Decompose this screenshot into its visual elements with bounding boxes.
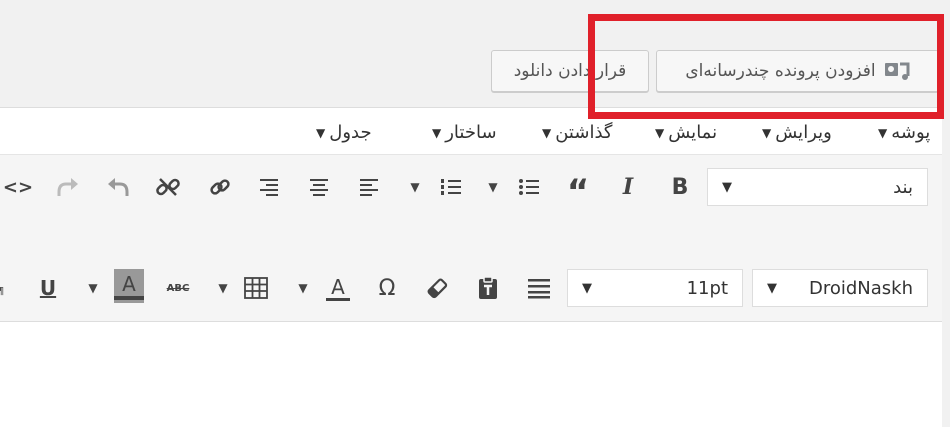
paste-as-text-button[interactable] bbox=[474, 274, 502, 302]
chevron-down-icon: ▼ bbox=[542, 125, 552, 140]
bullet-list-options[interactable]: ▼ bbox=[485, 173, 501, 201]
underline-icon: U bbox=[39, 276, 57, 300]
background-color-icon: A bbox=[122, 272, 136, 296]
justify-button[interactable] bbox=[524, 274, 554, 302]
editor-toolbars: بند ▼ B I “ ▼ ▼ <> DroidNaskh ▼ 11pt ▼ Ω… bbox=[0, 155, 942, 322]
clipboard-icon bbox=[479, 276, 497, 299]
numbered-list-icon bbox=[441, 179, 461, 195]
editor-scrollbar[interactable] bbox=[942, 107, 950, 427]
background-color-button[interactable]: A bbox=[114, 269, 144, 303]
chevron-down-icon: ▼ bbox=[762, 125, 772, 140]
strikethrough-icon: ABC bbox=[166, 282, 190, 294]
undo-icon bbox=[108, 178, 129, 196]
code-icon: <> bbox=[2, 176, 34, 198]
special-character-button[interactable]: Ω bbox=[373, 274, 401, 302]
bold-button[interactable]: B bbox=[666, 173, 694, 201]
font-family-value: DroidNaskh bbox=[808, 277, 913, 299]
menu-format[interactable]: ساختار ▼ bbox=[432, 122, 497, 143]
text-color-options[interactable]: ▼ bbox=[295, 274, 311, 302]
align-justify-icon bbox=[528, 279, 550, 299]
font-size-value: 11pt bbox=[686, 277, 728, 299]
menu-file-label: پوشه bbox=[891, 122, 931, 143]
chevron-down-icon: ▼ bbox=[878, 125, 888, 140]
link-icon bbox=[210, 179, 230, 195]
text-color-icon: A bbox=[331, 274, 345, 299]
remove-link-button[interactable] bbox=[153, 173, 183, 201]
strikethrough-button[interactable]: ABC bbox=[163, 274, 193, 302]
redo-button[interactable] bbox=[54, 173, 82, 201]
chevron-down-icon: ▼ bbox=[488, 180, 498, 194]
code-button[interactable]: <> bbox=[2, 173, 34, 201]
numbered-list-button[interactable] bbox=[437, 173, 465, 201]
editor-content-area[interactable] bbox=[0, 322, 942, 427]
text-color-button[interactable]: A bbox=[324, 272, 352, 304]
highlight-box bbox=[588, 14, 944, 119]
chevron-down-icon: ▼ bbox=[582, 280, 592, 296]
menu-file[interactable]: پوشه ▼ bbox=[878, 122, 930, 143]
align-right-icon bbox=[260, 179, 278, 196]
align-center-button[interactable] bbox=[305, 173, 333, 201]
format-select[interactable]: بند ▼ bbox=[707, 168, 928, 206]
underline-button[interactable]: U bbox=[34, 274, 62, 302]
align-left-icon bbox=[360, 179, 378, 196]
chevron-down-icon: ▼ bbox=[722, 179, 732, 195]
menu-format-label: ساختار bbox=[445, 122, 497, 143]
chevron-down-icon: ▼ bbox=[298, 281, 308, 295]
blockquote-button[interactable]: “ bbox=[563, 173, 593, 209]
chevron-down-icon: ▼ bbox=[655, 125, 665, 140]
chevron-down-icon: ▼ bbox=[410, 180, 420, 194]
text-direction-icon: ¶ bbox=[0, 286, 4, 297]
italic-icon: I bbox=[622, 174, 634, 200]
numbered-list-options[interactable]: ▼ bbox=[407, 173, 423, 201]
menu-view-label: نمایش bbox=[668, 122, 718, 143]
background-color-swatch bbox=[114, 296, 144, 300]
table-icon bbox=[244, 277, 268, 299]
redo-icon bbox=[57, 178, 78, 196]
quote-icon: “ bbox=[566, 172, 590, 212]
text-color-swatch bbox=[326, 297, 350, 301]
menu-table[interactable]: جدول ▼ bbox=[316, 122, 372, 143]
chevron-down-icon: ▼ bbox=[316, 125, 326, 140]
chevron-down-icon: ▼ bbox=[218, 281, 228, 295]
format-select-value: بند bbox=[893, 176, 913, 198]
align-center-icon bbox=[310, 179, 328, 196]
undo-button[interactable] bbox=[104, 173, 132, 201]
chevron-down-icon: ▼ bbox=[88, 281, 98, 295]
chevron-down-icon: ▼ bbox=[432, 125, 442, 140]
table-button[interactable] bbox=[241, 274, 271, 302]
omega-icon: Ω bbox=[378, 275, 396, 301]
align-left-button[interactable] bbox=[355, 173, 383, 201]
align-right-button[interactable] bbox=[255, 173, 283, 201]
table-options[interactable]: ▼ bbox=[215, 274, 231, 302]
insert-link-button[interactable] bbox=[205, 173, 235, 201]
bullet-list-icon bbox=[519, 179, 539, 195]
italic-button[interactable]: I bbox=[614, 173, 642, 201]
menu-edit[interactable]: ویرایش ▼ bbox=[762, 122, 832, 143]
unlink-icon bbox=[156, 178, 180, 196]
menu-insert[interactable]: گذاشتن ▼ bbox=[542, 122, 612, 143]
menu-edit-label: ویرایش bbox=[775, 122, 832, 143]
background-color-options[interactable]: ▼ bbox=[85, 274, 101, 302]
bulleted-list-button[interactable] bbox=[515, 173, 543, 201]
menu-table-label: جدول bbox=[329, 122, 372, 143]
font-size-select[interactable]: 11pt ▼ bbox=[567, 269, 743, 307]
menu-view[interactable]: نمایش ▼ bbox=[655, 122, 717, 143]
clear-formatting-button[interactable] bbox=[423, 274, 451, 302]
menu-insert-label: گذاشتن bbox=[555, 122, 613, 143]
rtl-button[interactable]: ¶ bbox=[0, 283, 8, 299]
chevron-down-icon: ▼ bbox=[767, 280, 777, 296]
bold-icon: B bbox=[671, 174, 689, 200]
eraser-icon bbox=[427, 278, 448, 299]
font-family-select[interactable]: DroidNaskh ▼ bbox=[752, 269, 928, 307]
